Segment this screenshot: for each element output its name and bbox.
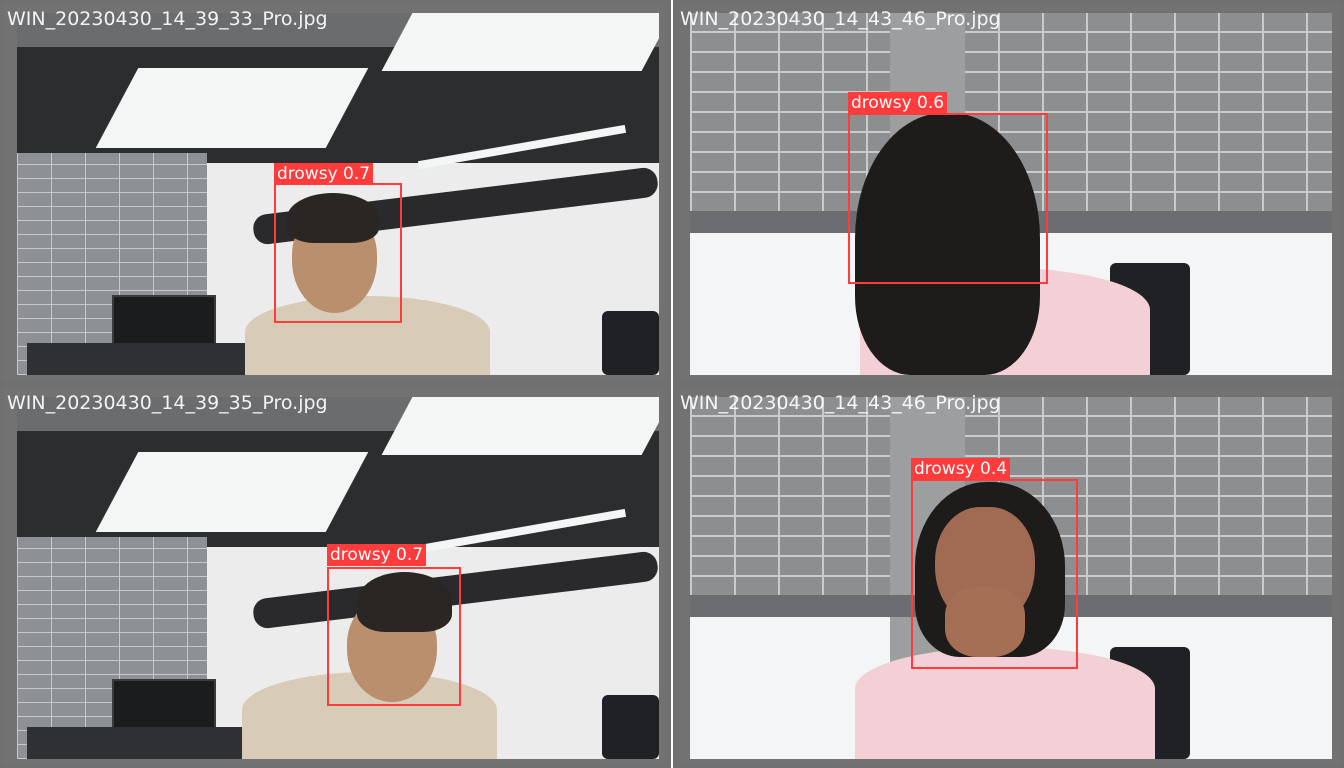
image-tile-2: WIN_20230430_14_43_46_Pro.jpg drowsy 0.6 [673, 0, 1344, 384]
detection-bounding-box [848, 113, 1048, 284]
image-filename: WIN_20230430_14_43_46_Pro.jpg [680, 392, 1001, 414]
image-tile-4: WIN_20230430_14_43_46_Pro.jpg drowsy 0.4 [673, 384, 1344, 768]
detection-label: drowsy 0.4 [911, 458, 1011, 480]
image-tile-1: WIN_20230430_14_39_33_Pro.jpg drowsy 0.7 [0, 0, 671, 384]
detection-label: drowsy 0.6 [848, 92, 948, 114]
image-filename: WIN_20230430_14_39_33_Pro.jpg [7, 8, 328, 30]
detection-label: drowsy 0.7 [327, 544, 427, 566]
detection-bounding-box [911, 479, 1078, 669]
detection-bounding-box [327, 567, 461, 706]
image-tile-3: WIN_20230430_14_39_35_Pro.jpg drowsy 0.7 [0, 384, 671, 768]
detection-label: drowsy 0.7 [274, 163, 374, 185]
image-filename: WIN_20230430_14_39_35_Pro.jpg [7, 392, 328, 414]
detection-bounding-box [274, 183, 402, 323]
detection-mosaic: WIN_20230430_14_39_33_Pro.jpg drowsy 0.7… [0, 0, 1344, 768]
image-filename: WIN_20230430_14_43_46_Pro.jpg [680, 8, 1001, 30]
